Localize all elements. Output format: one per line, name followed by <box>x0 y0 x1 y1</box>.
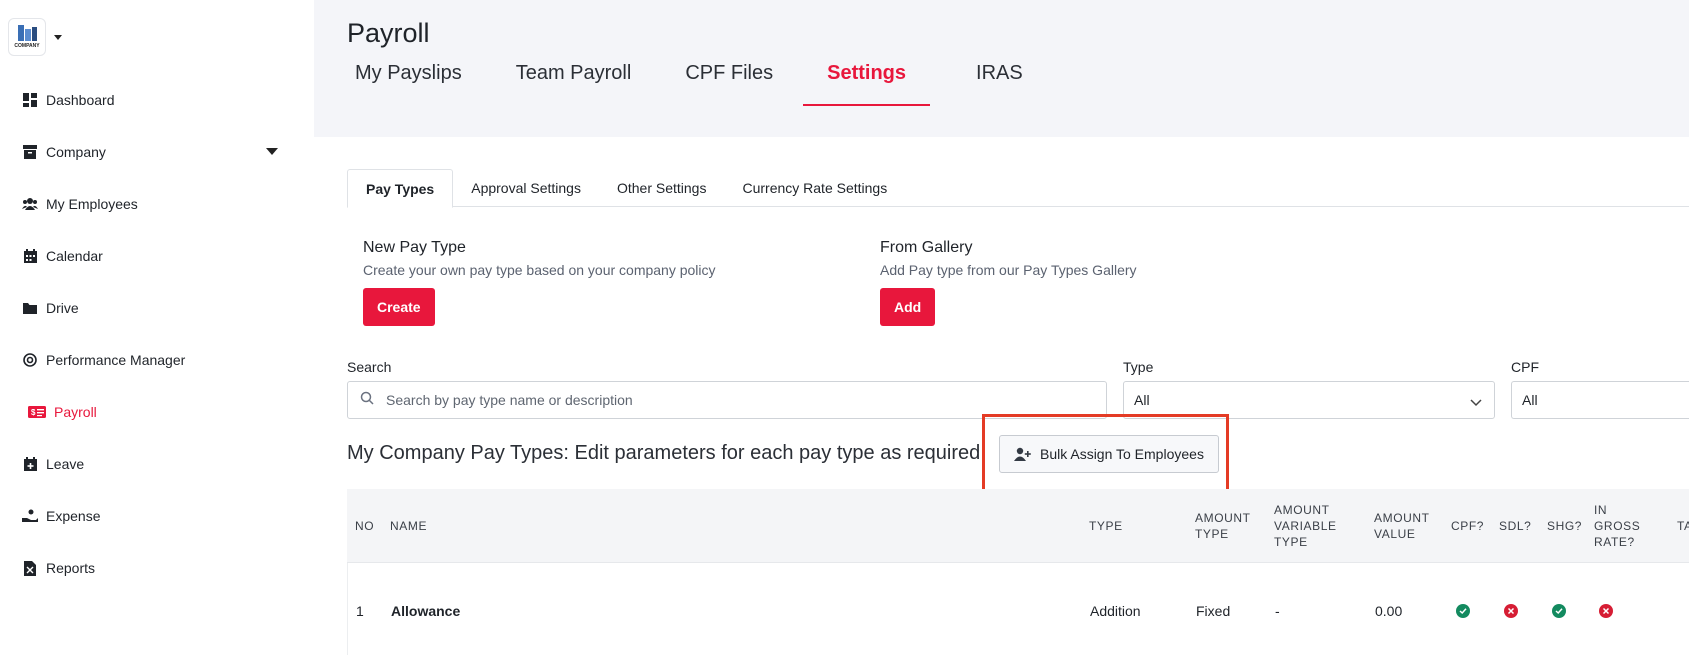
sdl-cross-icon <box>1504 604 1518 618</box>
tab-iras[interactable]: IRAS <box>968 56 1031 106</box>
cpf-select[interactable]: All <box>1511 381 1689 419</box>
th-sdl: SDL? <box>1499 519 1532 533</box>
sidebar-item-label: Reports <box>46 560 96 576</box>
th-no: NO <box>355 519 375 533</box>
company-switcher[interactable]: COMPANY <box>8 18 62 56</box>
sidebar-item-expense[interactable]: Expense <box>0 490 314 542</box>
archive-icon <box>22 144 38 160</box>
cell-no: 1 <box>356 603 364 619</box>
th-in-gross-rate: IN GROSS RATE? <box>1594 503 1641 549</box>
users-icon <box>22 196 38 212</box>
th-cpf: CPF? <box>1451 519 1485 533</box>
chevron-down-icon[interactable] <box>266 148 278 155</box>
tab-team-payroll[interactable]: Team Payroll <box>508 56 640 106</box>
subtab-currency-rate-settings[interactable]: Currency Rate Settings <box>724 169 905 207</box>
cpf-check-icon <box>1456 604 1470 618</box>
subtab-pay-types[interactable]: Pay Types <box>347 169 454 208</box>
sidebar-item-my-employees[interactable]: My Employees <box>0 178 314 230</box>
tab-cpf-files[interactable]: CPF Files <box>677 56 781 106</box>
th-type: TYPE <box>1089 519 1123 533</box>
money-icon: $ <box>28 404 46 420</box>
cell-amount-type: Fixed <box>1196 603 1231 619</box>
table-header: NO NAME TYPE AMOUNT TYPE AMOUNT VARIABLE TY… <box>347 489 1689 563</box>
cell-amount-value: 0.00 <box>1375 603 1403 619</box>
target-icon <box>22 352 38 368</box>
from-gallery-block: From Gallery Add Pay type from our Pay T… <box>880 239 1137 326</box>
excel-file-icon <box>22 560 38 576</box>
type-label: Type <box>1123 359 1154 375</box>
subtab-other-settings[interactable]: Other Settings <box>599 169 725 207</box>
sidebar-item-label: My Employees <box>46 196 138 212</box>
section-title: My Company Pay Types: Edit parameters fo… <box>347 442 986 464</box>
sidebar-item-dashboard[interactable]: Dashboard <box>0 74 314 126</box>
payroll-tabs: My Payslips Team Payroll CPF Files Setti… <box>347 56 1069 106</box>
shg-check-icon <box>1552 604 1566 618</box>
search-input[interactable] <box>386 392 1066 408</box>
subtab-approval-settings[interactable]: Approval Settings <box>453 169 599 207</box>
th-amount-variable-type: AMOUNT VARIABLE TYPE <box>1274 503 1337 549</box>
cpf-label: CPF <box>1511 359 1539 375</box>
settings-subtabs: Pay Types Approval Settings Other Settin… <box>347 169 1689 208</box>
sidebar: COMPANY Dashboard Company My Employees C… <box>0 0 314 655</box>
chevron-down-icon <box>1470 394 1482 410</box>
sidebar-item-label: Performance Manager <box>46 352 186 368</box>
tab-my-payslips[interactable]: My Payslips <box>347 56 470 106</box>
calendar-icon <box>22 248 38 264</box>
from-gallery-title: From Gallery <box>880 239 973 256</box>
caret-down-icon[interactable] <box>54 34 62 40</box>
annotation-highlight-box <box>982 414 1229 500</box>
cpf-select-value: All <box>1522 392 1538 408</box>
svg-text:$: $ <box>31 408 36 417</box>
folder-icon <box>22 300 38 316</box>
th-name: NAME <box>390 519 428 533</box>
search-icon <box>360 391 374 410</box>
sidebar-item-label: Drive <box>46 300 79 316</box>
th-shg: SHG? <box>1547 519 1583 533</box>
sidebar-item-label: Expense <box>46 508 101 524</box>
new-pay-type-block: New Pay Type Create your own pay type ba… <box>363 239 716 326</box>
cell-amount-variable-type: - <box>1275 603 1280 619</box>
sidebar-item-label: Calendar <box>46 248 103 264</box>
cell-type: Addition <box>1090 603 1141 619</box>
gross-rate-cross-icon <box>1599 604 1613 618</box>
th-partial: TA <box>1677 519 1689 533</box>
from-gallery-description: Add Pay type from our Pay Types Gallery <box>880 262 1137 278</box>
type-select-value: All <box>1134 392 1150 408</box>
hand-coin-icon <box>22 508 38 524</box>
sidebar-nav: Dashboard Company My Employees Calendar <box>0 74 314 594</box>
tab-settings[interactable]: Settings <box>803 56 930 106</box>
sidebar-item-company[interactable]: Company <box>0 126 314 178</box>
settings-panel: Pay Types Approval Settings Other Settin… <box>314 137 1689 655</box>
cell-name[interactable]: Allowance <box>391 603 460 619</box>
th-amount-value: AMOUNT VALUE <box>1374 511 1430 541</box>
page-title: Payroll <box>347 18 430 48</box>
table-row[interactable]: 1 Allowance Addition Fixed - 0.00 <box>347 563 1689 655</box>
new-pay-type-title: New Pay Type <box>363 239 466 256</box>
sidebar-item-label: Leave <box>46 456 85 472</box>
search-label: Search <box>347 359 392 375</box>
sidebar-item-label: Dashboard <box>46 92 115 108</box>
sidebar-item-leave[interactable]: Leave <box>0 438 314 490</box>
sidebar-item-performance-manager[interactable]: Performance Manager <box>0 334 314 386</box>
sidebar-item-payroll[interactable]: $ Payroll <box>0 386 314 438</box>
new-pay-type-description: Create your own pay type based on your c… <box>363 262 716 278</box>
th-amount-type: AMOUNT TYPE <box>1195 511 1251 541</box>
sidebar-item-drive[interactable]: Drive <box>0 282 314 334</box>
calendar-plus-icon <box>22 456 38 472</box>
dashboard-icon <box>22 92 38 108</box>
add-button[interactable]: Add <box>880 288 936 326</box>
sidebar-item-calendar[interactable]: Calendar <box>0 230 314 282</box>
company-logo: COMPANY <box>8 18 46 56</box>
sidebar-item-label: Company <box>46 144 106 160</box>
sidebar-item-label: Payroll <box>54 404 97 420</box>
logo-text: COMPANY <box>14 43 40 49</box>
sidebar-item-reports[interactable]: Reports <box>0 542 314 594</box>
create-button[interactable]: Create <box>363 288 435 326</box>
